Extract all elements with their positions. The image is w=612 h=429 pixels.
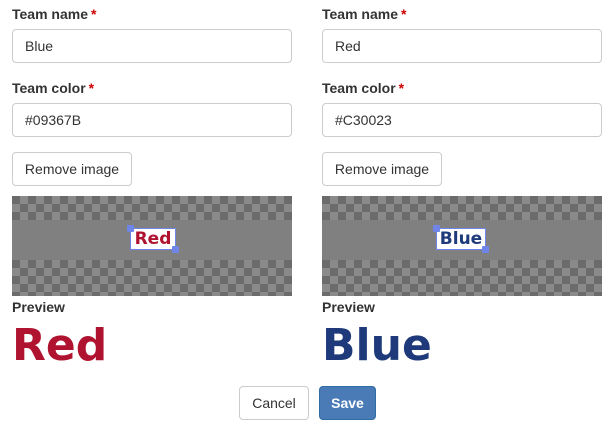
resize-handle-top-left[interactable] [433, 225, 440, 232]
team-name-input[interactable] [12, 29, 292, 63]
image-editor-canvas[interactable]: Red [12, 196, 292, 296]
required-mark: * [401, 6, 407, 22]
team-color-input[interactable] [12, 103, 292, 137]
team-color-label: Team color * [322, 80, 405, 96]
preview-label: Preview [12, 299, 65, 315]
remove-image-button[interactable]: Remove image [322, 152, 442, 186]
image-object-text: Blue [439, 229, 483, 249]
team-name-label: Team name * [12, 6, 97, 22]
team-name-input[interactable] [322, 29, 602, 63]
save-button[interactable]: Save [319, 386, 376, 420]
image-editor-canvas[interactable]: Blue [322, 196, 602, 296]
resize-handle-top-left[interactable] [127, 225, 134, 232]
required-mark: * [398, 80, 405, 96]
team-name-label: Team name * [322, 6, 407, 22]
resize-handle-bottom-right[interactable] [482, 246, 489, 253]
image-object[interactable]: Blue [433, 225, 489, 253]
resize-handle-bottom-right[interactable] [172, 246, 179, 253]
team-color-label: Team color * [12, 80, 95, 96]
remove-image-button[interactable]: Remove image [12, 152, 132, 186]
image-object-text: Red [134, 229, 172, 249]
preview-text: Red [12, 320, 108, 371]
required-mark: * [88, 80, 95, 96]
image-object[interactable]: Red [127, 225, 179, 253]
preview-text: Blue [322, 320, 432, 371]
required-mark: * [91, 6, 97, 22]
team-color-input[interactable] [322, 103, 602, 137]
preview-label: Preview [322, 299, 375, 315]
cancel-button[interactable]: Cancel [239, 386, 309, 420]
